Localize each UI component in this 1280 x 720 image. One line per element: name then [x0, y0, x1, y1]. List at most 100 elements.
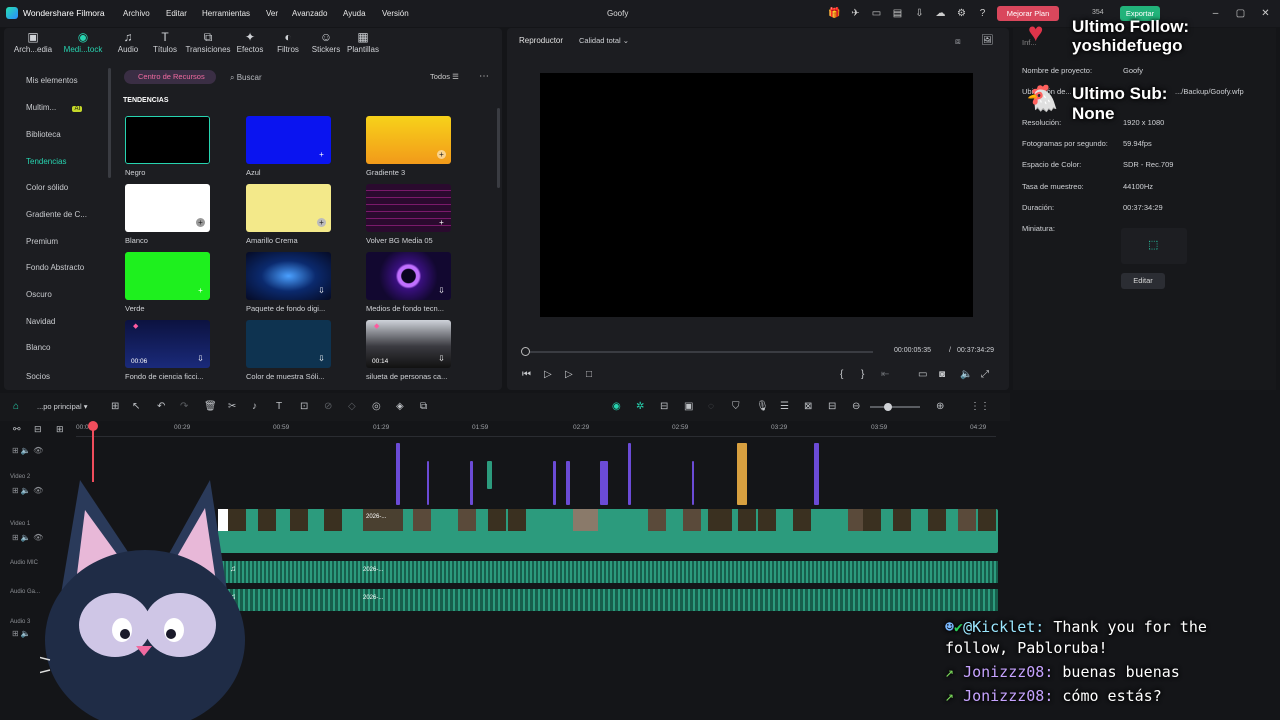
audio-track-game[interactable]: ♫ 2026-... — [218, 589, 998, 611]
add-icon[interactable]: + — [196, 218, 205, 227]
download-icon[interactable]: ⇩ — [196, 354, 205, 363]
shield-icon[interactable]: ⛉ — [732, 402, 740, 412]
overlay-clip[interactable] — [692, 461, 694, 505]
fullscreen-icon[interactable]: ⤢ — [981, 369, 989, 380]
sidebar-item-solid-color[interactable]: Color sólido — [4, 183, 108, 192]
clip-thumbnail[interactable] — [978, 509, 996, 531]
motion-icon[interactable]: ◌ — [708, 402, 714, 412]
download-icon[interactable]: ⇩ — [437, 354, 446, 363]
thumb-blanco[interactable]: + — [125, 184, 210, 232]
sidebar-item-white[interactable]: Blanco — [4, 343, 108, 352]
thumb-volver-bg[interactable]: + — [366, 184, 451, 232]
time-ruler[interactable]: 00:00 00:29 00:59 01:29 01:59 02:29 02:5… — [76, 421, 996, 437]
help-icon[interactable]: ? — [977, 8, 988, 19]
menu-herramientas[interactable]: Herramientas — [202, 9, 250, 18]
clip-thumbnail[interactable] — [488, 509, 506, 531]
message-icon[interactable]: ▭ — [871, 8, 882, 19]
settings-icon[interactable]: ⚙ — [956, 8, 967, 19]
pip-icon[interactable]: ⧉ — [420, 402, 427, 412]
thumb-ciencia-ficcion[interactable]: ◆ 00:06 ⇩ — [125, 320, 210, 368]
edit-thumbnail-button[interactable]: Editar — [1121, 273, 1165, 289]
audio-track-mic[interactable]: ♫ 2026-... — [218, 561, 998, 583]
mark-out-icon[interactable]: } — [861, 369, 864, 380]
play-alt-icon[interactable]: ▷ — [565, 369, 573, 380]
microphone-icon[interactable]: 🎙 — [756, 402, 769, 412]
menu-ayuda[interactable]: Ayuda — [343, 9, 366, 18]
resource-center-tab[interactable]: Centro de Recursos — [124, 70, 216, 84]
filter-dropdown[interactable]: Todos ☰ — [430, 72, 459, 81]
overlay-clip[interactable] — [628, 443, 631, 505]
compare-icon[interactable]: ⧈ — [955, 36, 961, 47]
ai-tool-icon[interactable]: ◎ — [372, 402, 381, 412]
thumb-silueta[interactable]: ◆ 00:14 ⇩ — [366, 320, 451, 368]
home-icon[interactable]: ⌂ — [13, 402, 19, 412]
mixer-icon[interactable]: ☰ — [780, 402, 789, 412]
playhead-handle[interactable] — [521, 347, 530, 356]
clip-thumbnail[interactable] — [758, 509, 776, 531]
clip-thumbnail[interactable] — [893, 509, 911, 531]
gift-icon[interactable]: 🎁 — [828, 8, 840, 19]
overlay-clip[interactable] — [737, 443, 747, 505]
sidebar-item-library[interactable]: Biblioteca — [4, 130, 108, 139]
sidebar-item-trending[interactable]: Tendencias — [4, 157, 108, 166]
overlay-clip[interactable] — [814, 443, 819, 505]
add-icon[interactable]: + — [317, 150, 326, 159]
add-icon[interactable]: + — [437, 218, 446, 227]
grid-view-icon[interactable]: ⋮⋮ — [970, 402, 990, 412]
menu-editar[interactable]: Editar — [166, 9, 187, 18]
thumb-color-muestra[interactable]: ⇩ — [246, 320, 331, 368]
clip-thumbnail[interactable]: 2026-... — [363, 509, 403, 531]
thumb-medios-tecn[interactable]: ⇩ — [366, 252, 451, 300]
add-icon[interactable]: + — [196, 286, 205, 295]
grid-scrollbar[interactable] — [497, 108, 500, 188]
zoom-out-icon[interactable]: ⊖ — [852, 402, 860, 412]
zoom-slider[interactable] — [870, 406, 920, 408]
sidebar-item-partners[interactable]: Socios — [4, 372, 108, 381]
fit-icon[interactable]: ⊟ — [828, 402, 836, 412]
track-controls-icon[interactable]: ⊞ 🔈 👁 — [12, 446, 43, 455]
tab-templates[interactable]: ▦ Plantillas — [339, 30, 387, 54]
clip-thumbnail[interactable] — [324, 509, 342, 531]
text-tool-icon[interactable]: T — [276, 402, 282, 412]
zoom-handle[interactable] — [884, 403, 892, 411]
more-options-icon[interactable]: ⋯ — [479, 71, 489, 82]
thumb-negro[interactable] — [125, 116, 210, 164]
camera-icon[interactable]: ◙ — [939, 369, 945, 380]
track-selector[interactable]: ...po principal ▾ — [37, 402, 87, 412]
split-icon[interactable]: ✂ — [228, 402, 236, 412]
thumb-azul[interactable]: + — [246, 116, 331, 164]
marker-icon[interactable]: ⇤ — [881, 369, 889, 380]
color-icon[interactable]: ◇ — [348, 402, 356, 412]
tab-archive[interactable]: ▣ Arch...edia — [9, 30, 57, 54]
overlay-clip[interactable] — [566, 461, 570, 505]
clip-thumbnail[interactable] — [738, 509, 756, 531]
clip-thumbnail[interactable] — [290, 509, 308, 531]
stabilize-icon[interactable]: ◈ — [396, 402, 404, 412]
menu-ver[interactable]: Ver — [266, 9, 278, 18]
folder-icon[interactable]: ▤ — [892, 8, 903, 19]
quality-dropdown[interactable]: Calidad total ⌄ — [579, 36, 629, 45]
track-controls-icon[interactable]: ⊞ 🔈 👁 — [12, 533, 43, 542]
volume-icon[interactable]: 🔈 — [960, 369, 972, 380]
mark-in-icon[interactable]: { — [840, 369, 843, 380]
playback-scrubber[interactable] — [525, 351, 873, 353]
cloud-icon[interactable]: ☁ — [935, 8, 946, 19]
clip-thumbnail[interactable] — [258, 509, 276, 531]
thumb-paquete-fondo[interactable]: ⇩ — [246, 252, 331, 300]
overlay-clip[interactable] — [553, 461, 556, 505]
clip-thumbnail[interactable] — [683, 509, 701, 531]
snapshot-icon[interactable]: 🖼 — [981, 35, 994, 46]
sidebar-item-abstract[interactable]: Fondo Abstracto — [4, 263, 108, 272]
track-manage-icon[interactable]: ⊟ — [34, 424, 42, 435]
stop-icon[interactable]: □ — [586, 369, 592, 380]
overlay-clip[interactable] — [396, 443, 400, 505]
undo-icon[interactable]: ↶ — [157, 402, 165, 412]
tab-titles[interactable]: T Títulos — [141, 30, 189, 54]
crop-icon[interactable]: ⊡ — [300, 402, 308, 412]
sidebar-item-my-elements[interactable]: Mis elementos — [4, 76, 108, 85]
track-controls-icon[interactable]: ⊞ 🔈 — [12, 629, 31, 638]
add-icon[interactable]: + — [317, 218, 326, 227]
clip-thumbnail[interactable] — [863, 509, 881, 531]
layout-icon[interactable]: ⊞ — [111, 402, 119, 412]
search-field[interactable]: ⌕ Buscar — [230, 73, 262, 83]
